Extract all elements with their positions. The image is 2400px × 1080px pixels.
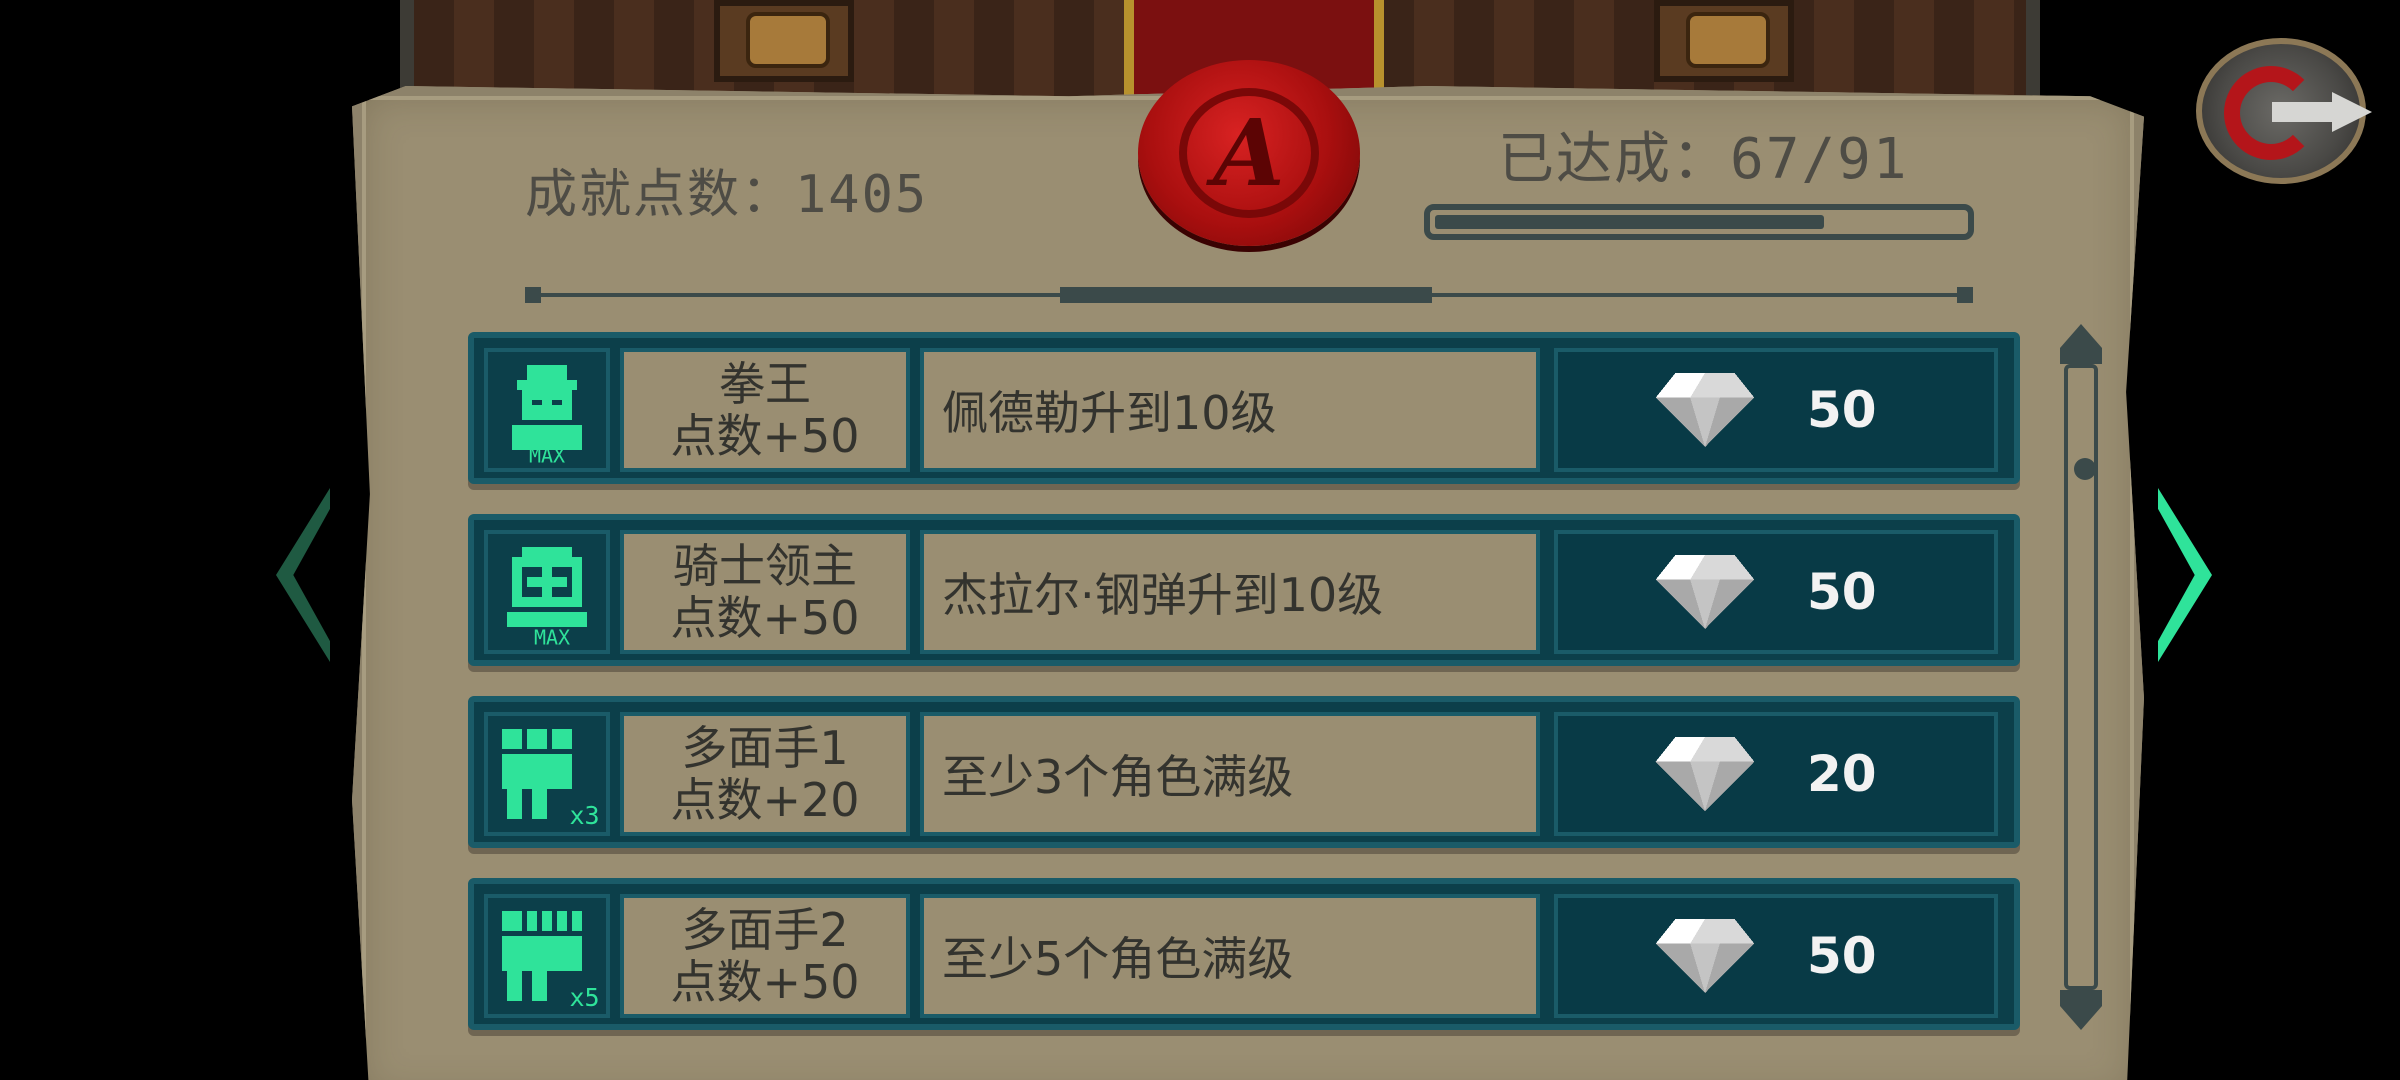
reward-cell: 50 (1554, 348, 1998, 472)
scroll-track[interactable] (2064, 364, 2098, 990)
achievement-description: 杰拉尔·钢弹升到10级 (920, 530, 1540, 654)
room-post (714, 0, 854, 82)
reward-cell: 20 (1554, 712, 1998, 836)
diamond-icon (1655, 737, 1755, 811)
achievement-row[interactable]: x3 多面手1 点数+20 至少3个角色满级 20 (468, 696, 2020, 848)
diamond-icon (1655, 555, 1755, 629)
scroll-down-arrow-icon[interactable] (2060, 990, 2102, 1030)
achieved-count: 已达成：67/91 (1498, 127, 1909, 192)
achievement-description: 佩德勒升到10级 (920, 348, 1540, 472)
reward-value: 20 (1807, 745, 1877, 803)
page-indicator-thumb (1060, 287, 1432, 303)
achievement-title: 多面手2 (681, 903, 849, 957)
achievement-title-cell: 拳王 点数+50 (620, 348, 910, 472)
reward-cell: 50 (1554, 530, 1998, 654)
svg-text:x3: x3 (569, 801, 599, 829)
achievement-title: 多面手1 (681, 721, 849, 775)
achievement-title-cell: 多面手2 点数+50 (620, 894, 910, 1018)
scroll-thumb[interactable] (2074, 458, 2096, 480)
diamond-icon (1655, 373, 1755, 447)
achievement-description: 至少3个角色满级 (920, 712, 1540, 836)
achievement-points: 成就点数：1405 (525, 165, 929, 225)
achievement-title-cell: 骑士领主 点数+50 (620, 530, 910, 654)
svg-text:x5: x5 (569, 983, 599, 1011)
achievement-points: 点数+50 (670, 409, 860, 463)
achievement-title: 骑士领主 (673, 539, 857, 593)
reward-cell: 50 (1554, 894, 1998, 1018)
bandana-max-icon: MAX (484, 348, 610, 472)
achievement-row[interactable]: MAX 拳王 点数+50 佩德勒升到10级 50 (468, 332, 2020, 484)
list-scrollbar[interactable] (2060, 324, 2102, 1030)
achievement-points: 点数+20 (670, 773, 860, 827)
scroll-up-arrow-icon[interactable] (2060, 324, 2102, 364)
achievement-description: 至少5个角色满级 (920, 894, 1540, 1018)
exit-button[interactable] (2196, 38, 2372, 184)
achievement-title-cell: 多面手1 点数+20 (620, 712, 910, 836)
group-x3-icon: x3 (484, 712, 610, 836)
room-post (1654, 0, 1794, 82)
prev-page-arrow-icon[interactable] (276, 488, 330, 662)
svg-text:MAX: MAX (534, 626, 570, 648)
svg-text:MAX: MAX (529, 444, 565, 466)
achievement-row[interactable]: x5 多面手2 点数+50 至少5个角色满级 50 (468, 878, 2020, 1030)
reward-value: 50 (1807, 381, 1877, 439)
achievement-row[interactable]: MAX 骑士领主 点数+50 杰拉尔·钢弹升到10级 50 (468, 514, 2020, 666)
next-page-arrow-icon[interactable] (2158, 488, 2212, 662)
diamond-icon (1655, 919, 1755, 993)
achievement-points: 点数+50 (670, 955, 860, 1009)
achievement-points: 点数+50 (670, 591, 860, 645)
achievement-progress-fill (1435, 215, 1824, 229)
page-indicator (525, 287, 1973, 303)
wax-seal-icon: A (1138, 60, 1360, 246)
achievement-list: MAX 拳王 点数+50 佩德勒升到10级 50 MAX 骑士领主 点数+50 … (468, 332, 2020, 1060)
knight-max-icon: MAX (484, 530, 610, 654)
seal-letter: A (1179, 88, 1319, 218)
reward-value: 50 (1807, 927, 1877, 985)
group-x5-icon: x5 (484, 894, 610, 1018)
reward-value: 50 (1807, 563, 1877, 621)
achievement-progress-bar (1424, 204, 1974, 240)
achievement-title: 拳王 (719, 357, 811, 411)
